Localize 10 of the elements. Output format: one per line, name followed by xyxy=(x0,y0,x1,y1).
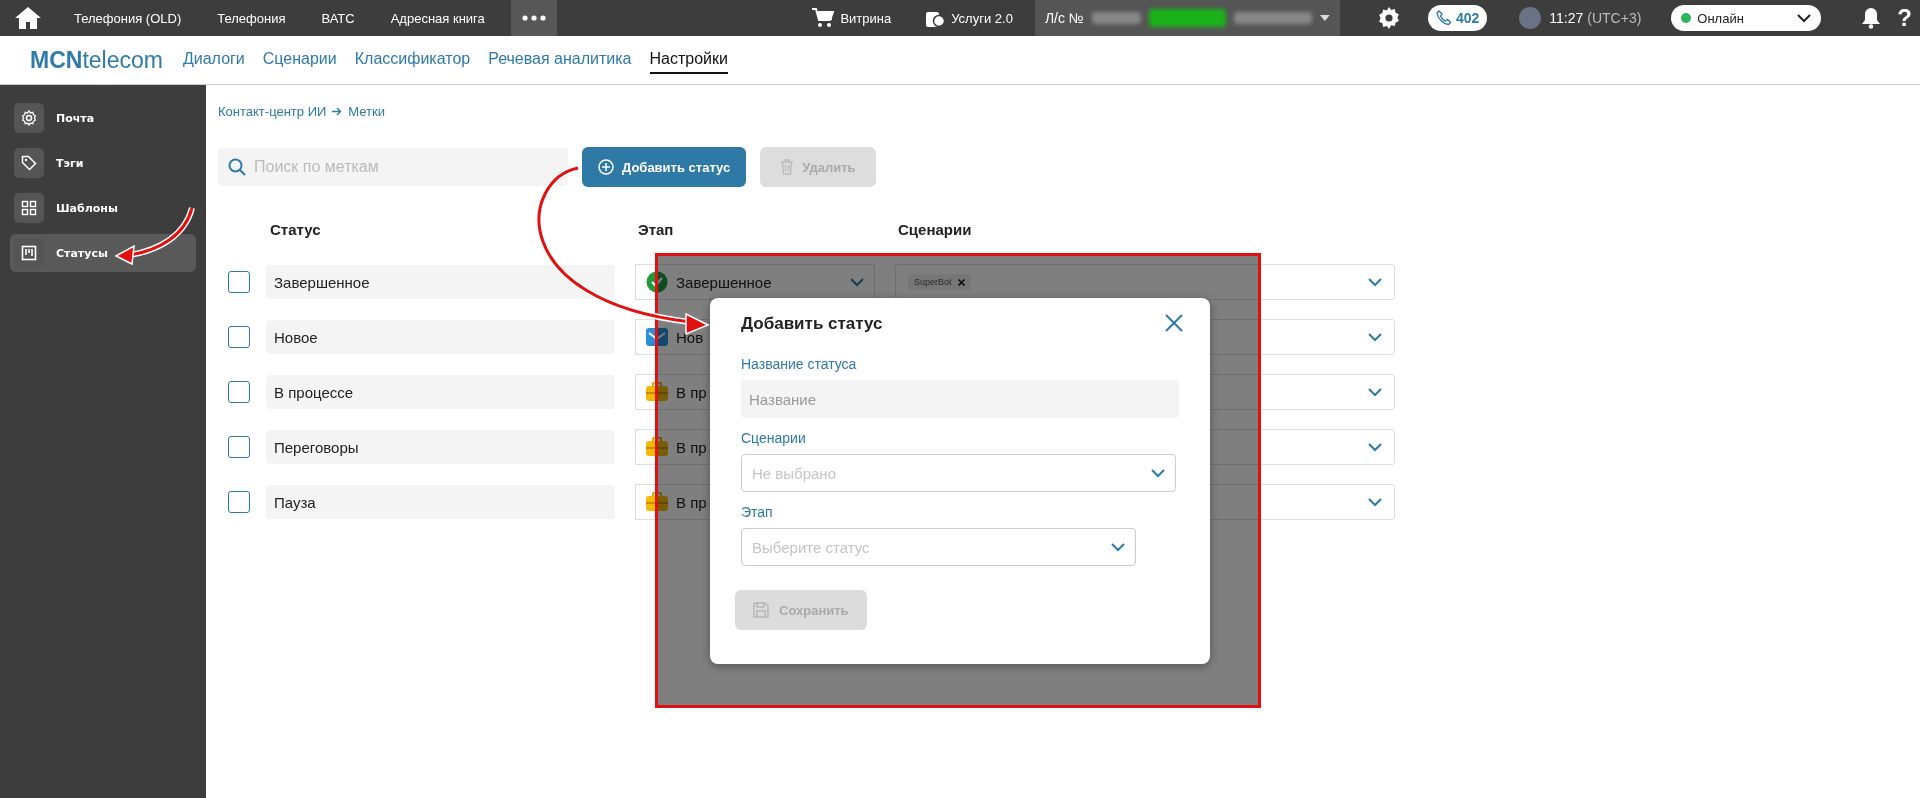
timezone: (UTC+3) xyxy=(1587,10,1642,26)
dialog-title: Добавить статус xyxy=(741,314,883,334)
column-header: Этап xyxy=(638,220,675,238)
scenario-tag: SuperBot xyxy=(908,274,971,290)
field-label: Название статуса xyxy=(741,356,857,372)
clock-time: 11:27 xyxy=(1549,10,1584,26)
field-label: Сценарии xyxy=(741,430,806,446)
column-header: Статус xyxy=(270,220,322,238)
field-label: Этап xyxy=(741,504,773,520)
column-header: Сценарии xyxy=(898,220,972,238)
